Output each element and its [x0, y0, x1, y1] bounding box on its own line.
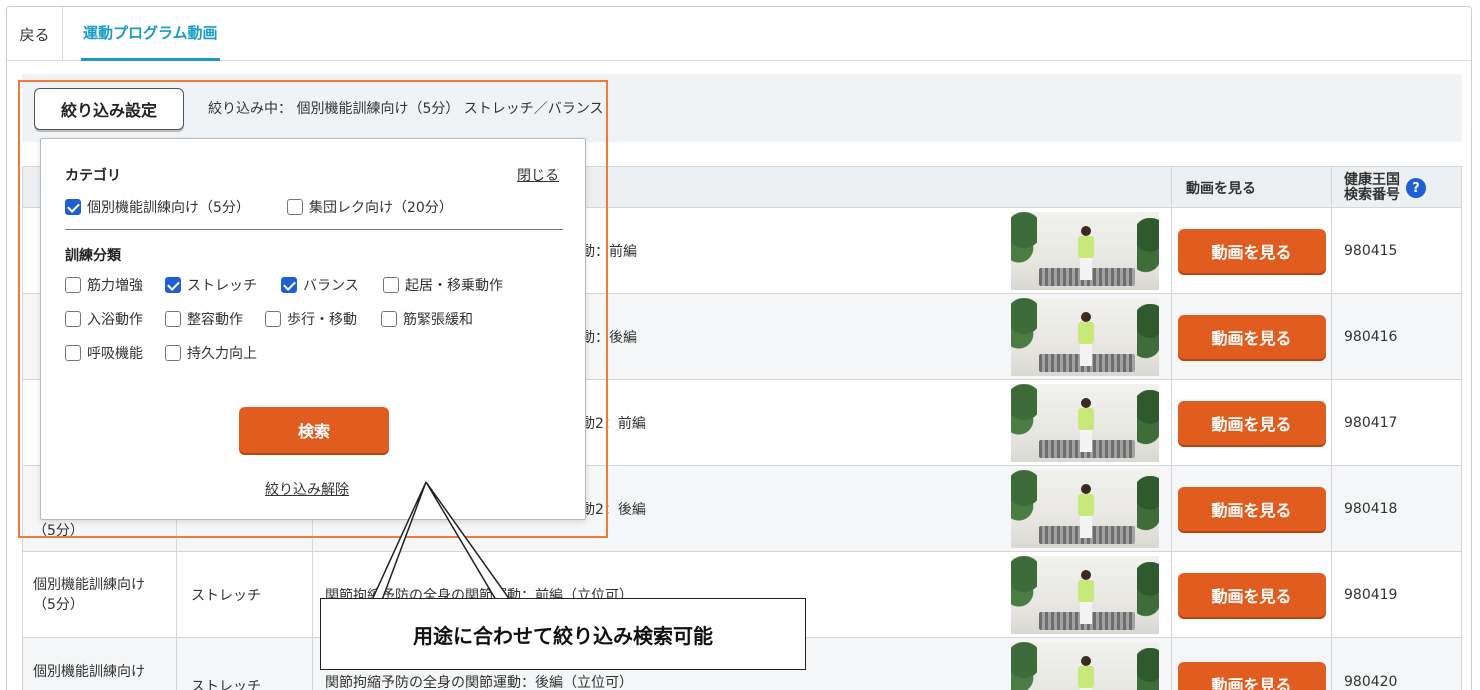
- watch-cell: 動画を見る: [1171, 466, 1331, 552]
- highlight-frame: [18, 80, 608, 538]
- instructor-graphic: [1077, 656, 1095, 690]
- plant-graphic: [1011, 642, 1037, 690]
- instructor-graphic: [1077, 226, 1095, 280]
- title-text: 関節拘縮予防の全身の関節運動：後編（立位可）: [325, 675, 633, 690]
- callout-box: 用途に合わせて絞り込み検索可能: [320, 598, 806, 670]
- instructor-graphic: [1077, 484, 1095, 538]
- watch-cell: 動画を見る: [1171, 552, 1331, 638]
- video-thumbnail[interactable]: [1011, 556, 1159, 634]
- column-header-num-line1: 健康王国: [1344, 172, 1400, 188]
- type-cell: ストレッチ: [177, 552, 313, 638]
- plant-graphic: [1011, 212, 1037, 272]
- plant-graphic: [1137, 648, 1159, 690]
- video-thumbnail[interactable]: [1011, 298, 1159, 376]
- search-number-cell: 980415: [1331, 208, 1463, 294]
- plant-graphic: [1011, 298, 1037, 358]
- search-number-text: 980420: [1344, 674, 1398, 690]
- plant-graphic: [1137, 562, 1159, 618]
- plant-graphic: [1137, 304, 1159, 360]
- watch-video-button[interactable]: 動画を見る: [1177, 401, 1326, 445]
- video-thumbnail[interactable]: [1011, 470, 1159, 548]
- column-header-num-label: 健康王国 検索番号: [1344, 173, 1400, 203]
- watch-cell: 動画を見る: [1171, 294, 1331, 380]
- plant-graphic: [1011, 556, 1037, 616]
- category-cell: 個別機能訓練向け（5分）: [23, 552, 177, 638]
- plant-graphic: [1011, 470, 1037, 530]
- search-number-cell: 980418: [1331, 466, 1463, 552]
- category-text: 個別機能訓練向け: [33, 664, 145, 680]
- instructor-graphic: [1077, 398, 1095, 452]
- instructor-graphic: [1077, 570, 1095, 624]
- instructor-graphic: [1077, 312, 1095, 366]
- category-text: 個別機能訓練向け（5分）: [33, 577, 145, 613]
- column-header-watch: 動画を見る: [1171, 167, 1331, 209]
- watch-cell: 動画を見る: [1171, 638, 1331, 690]
- watch-cell: 動画を見る: [1171, 208, 1331, 294]
- back-button[interactable]: 戻る: [7, 7, 63, 61]
- watch-video-button[interactable]: 動画を見る: [1177, 229, 1326, 273]
- type-cell: ストレッチ: [177, 638, 313, 690]
- search-number-cell: 980420: [1331, 638, 1463, 690]
- plant-graphic: [1011, 384, 1037, 444]
- watch-cell: 動画を見る: [1171, 380, 1331, 466]
- search-number-cell: 980416: [1331, 294, 1463, 380]
- watch-video-button[interactable]: 動画を見る: [1177, 573, 1326, 617]
- help-icon[interactable]: ?: [1406, 178, 1426, 198]
- column-header-search-number: 健康王国 検索番号 ?: [1331, 167, 1463, 209]
- tab-exercise-videos[interactable]: 運動プログラム動画: [81, 7, 220, 61]
- watch-video-button[interactable]: 動画を見る: [1177, 315, 1326, 359]
- watch-video-button[interactable]: 動画を見る: [1177, 487, 1326, 531]
- category-cell: 個別機能訓練向け: [23, 638, 177, 690]
- video-thumbnail[interactable]: [1011, 384, 1159, 462]
- callout-text: 用途に合わせて絞り込み検索可能: [413, 623, 713, 648]
- column-header-num-line2: 検索番号: [1344, 187, 1400, 203]
- watch-video-button[interactable]: 動画を見る: [1177, 662, 1326, 690]
- plant-graphic: [1137, 390, 1159, 446]
- plant-graphic: [1137, 218, 1159, 274]
- type-text: ストレッチ: [191, 679, 261, 690]
- video-thumbnail[interactable]: [1011, 642, 1159, 690]
- search-number-cell: 980419: [1331, 552, 1463, 638]
- top-bar: 戻る 運動プログラム動画: [7, 7, 1471, 61]
- search-number-cell: 980417: [1331, 380, 1463, 466]
- video-thumbnail[interactable]: [1011, 212, 1159, 290]
- plant-graphic: [1137, 476, 1159, 532]
